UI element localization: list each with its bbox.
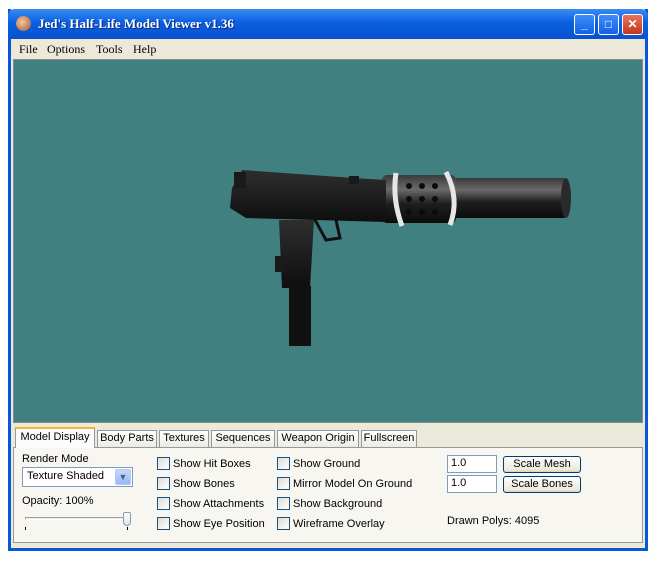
opacity-label: Opacity: 100% [22,495,94,507]
render-mode-value: Texture Shaded [27,470,105,482]
menu-options[interactable]: Options [47,42,85,57]
slider-tick [25,527,26,530]
show-background-checkbox[interactable] [277,497,290,510]
opacity-slider-track[interactable] [25,517,130,520]
render-mode-select[interactable]: Texture Shaded ▼ [22,467,133,487]
show-attachments-label: Show Attachments [173,498,265,510]
weapon-model [230,170,571,346]
model-viewport[interactable] [13,59,643,423]
tab-sequences[interactable]: Sequences [211,430,275,447]
maximize-button[interactable]: □ [598,14,619,35]
show-ground-checkbox[interactable] [277,457,290,470]
scale-mesh-button[interactable]: Scale Mesh [503,456,581,473]
show-ground-label: Show Ground [293,458,361,470]
drawn-polys-readout: Drawn Polys: 4095 [447,515,540,527]
show-bones-checkbox[interactable] [157,477,170,490]
show-background-label: Show Background [293,498,383,510]
tab-fullscreen[interactable]: Fullscreen [361,430,417,447]
app-icon[interactable] [16,16,31,31]
minimize-button[interactable]: _ [574,14,595,35]
show-hit-boxes-checkbox[interactable] [157,457,170,470]
tab-model-display[interactable]: Model Display [15,427,95,448]
show-hit-boxes-label: Show Hit Boxes [173,458,251,470]
wireframe-overlay-label: Wireframe Overlay [293,518,385,530]
menu-tools[interactable]: Tools [96,42,123,57]
close-button[interactable]: ✕ [622,14,643,35]
tab-weapon-origin[interactable]: Weapon Origin [277,430,359,447]
menu-file[interactable]: File [19,42,38,57]
mirror-model-label: Mirror Model On Ground [293,478,413,490]
menu-bar: File Options Tools Help [11,39,645,58]
scale-bones-button[interactable]: Scale Bones [503,476,581,493]
tab-textures[interactable]: Textures [159,430,209,447]
render-mode-label: Render Mode [22,453,89,465]
chevron-down-icon[interactable]: ▼ [115,469,131,485]
slider-tick [127,527,128,530]
show-eye-position-label: Show Eye Position [173,518,265,530]
show-attachments-checkbox[interactable] [157,497,170,510]
menu-help[interactable]: Help [133,42,156,57]
tab-strip: Model Display Body Parts Textures Sequen… [13,427,643,448]
tab-body-parts[interactable]: Body Parts [97,430,157,447]
show-eye-position-checkbox[interactable] [157,517,170,530]
opacity-slider-thumb[interactable] [123,512,131,526]
scale-mesh-input[interactable]: 1.0 [447,455,497,473]
title-bar[interactable]: Jed's Half-Life Model Viewer v1.36 _ □ ✕ [8,9,648,39]
scale-bones-input[interactable]: 1.0 [447,475,497,493]
mirror-model-checkbox[interactable] [277,477,290,490]
wireframe-overlay-checkbox[interactable] [277,517,290,530]
show-bones-label: Show Bones [173,478,235,490]
window-title: Jed's Half-Life Model Viewer v1.36 [38,16,234,31]
